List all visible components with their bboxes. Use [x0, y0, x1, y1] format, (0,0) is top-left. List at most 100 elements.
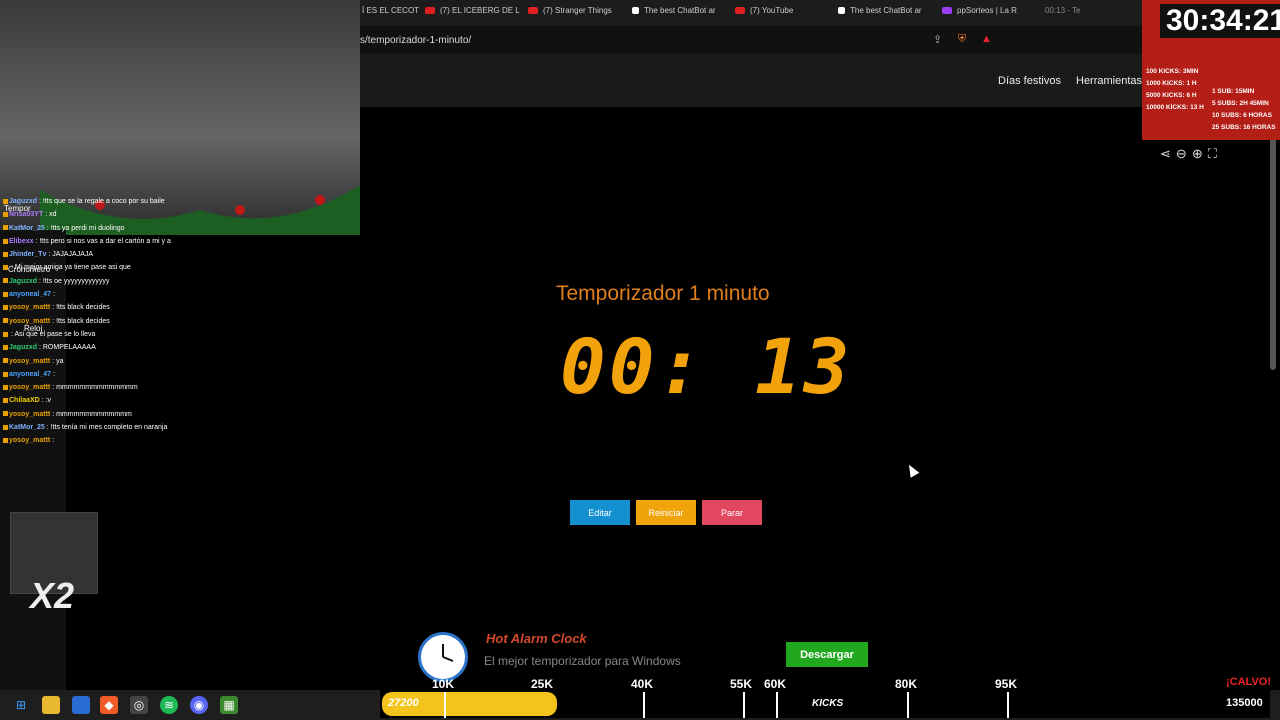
minecraft-icon[interactable]: ▦ [220, 696, 238, 714]
chat-username[interactable]: yosoy_mattt [9, 437, 50, 444]
chat-username[interactable]: Jhinder_Tv [9, 251, 46, 258]
progress-mark: 25K [531, 677, 554, 691]
share-page-icon[interactable]: ⇪ [933, 33, 942, 46]
browser-tab[interactable]: (7) YouTube [735, 6, 793, 15]
url-text[interactable]: s/temporizador-1-minuto/ [360, 35, 471, 46]
chat-message: Jaguzxd : ROMPELAAAAA [0, 341, 360, 354]
browser-tab[interactable]: (7) EL ICEBERG DE L [425, 6, 520, 15]
goal-item: 1 SUB: 15MIN [1212, 88, 1255, 95]
zoom-out-icon[interactable]: ⊖ [1176, 146, 1192, 161]
tab-icon [942, 7, 952, 15]
chat-username[interactable]: yosoy_mattt [9, 358, 50, 365]
chat-text: : !tts tenía mi mes completo en naranja [46, 424, 168, 432]
browser-tab[interactable]: Í ES EL CECOT [362, 6, 419, 15]
chat-message: yosoy_mattt : !tts black decides [0, 301, 360, 314]
edit-button[interactable]: Editar [570, 500, 630, 525]
brave-shield-icon[interactable]: ⛨ [958, 33, 966, 46]
badge-icon [3, 318, 8, 324]
youtube-icon [425, 7, 435, 15]
nav-herramientas[interactable]: Herramientas [1076, 75, 1142, 87]
chat-message: ChilaaXD : :v [0, 394, 360, 407]
download-button[interactable]: Descargar [786, 642, 868, 667]
badge-icon [3, 211, 8, 217]
stream-chat: Jaguzxd : !tts que se la regale a coco p… [0, 195, 360, 448]
chat-username[interactable]: anyoneal_47 [9, 291, 51, 298]
tool-icons: ⋖⊖⊕⛶ [1160, 146, 1222, 162]
app-icon[interactable] [72, 696, 90, 714]
chat-username[interactable]: KatMor_25 [9, 225, 45, 232]
obs-icon[interactable]: ◎ [130, 696, 148, 714]
badge-icon [3, 371, 8, 377]
scrollbar[interactable] [1270, 110, 1276, 370]
file-explorer-icon[interactable] [42, 696, 60, 714]
brave-rewards-icon[interactable]: ▲ [981, 33, 992, 45]
chat-username[interactable]: yosoy_mattt [9, 384, 50, 391]
kicks-current: 27200 [388, 697, 419, 709]
chatbot-icon [632, 7, 639, 15]
chat-username[interactable]: ChilaaXD [9, 397, 40, 404]
chat-message: yosoy_mattt : [0, 434, 360, 447]
chat-text: : ROMPELAAAAA [38, 344, 96, 352]
goal-item: 10000 KICKS: 13 H [1146, 104, 1204, 111]
chat-text: : !tts black decides [52, 317, 110, 325]
fullscreen-icon[interactable]: ⛶ [1208, 146, 1222, 161]
chat-username[interactable]: anyoneal_47 [9, 371, 51, 378]
goal-item: 1000 KICKS: 1 H [1146, 80, 1197, 87]
spotify-icon[interactable]: ≋ [160, 696, 178, 714]
discord-icon[interactable]: ◉ [190, 696, 208, 714]
chat-text: : [52, 370, 55, 378]
progress-mark: 95K [995, 677, 1018, 691]
windows-start-icon[interactable]: ⊞ [12, 696, 30, 714]
chat-username[interactable]: Jaguzxd [9, 278, 37, 285]
reset-button[interactable]: Reiniciar [636, 500, 696, 525]
chat-username[interactable]: yosoy_mattt [9, 318, 50, 325]
goal-item: 100 KICKS: 3MIN [1146, 68, 1199, 75]
goal-item: 5 SUBS: 2H 45MIN [1212, 100, 1269, 107]
ad-title[interactable]: Hot Alarm Clock [486, 631, 587, 646]
goal-item: 5000 KICKS: 6 H [1146, 92, 1197, 99]
share-icon[interactable]: ⋖ [1160, 146, 1176, 161]
chat-username[interactable]: Nrisa03YT [9, 211, 43, 218]
chat-message: : Asi que el pase se lo lleva [0, 328, 360, 341]
browser-tab-active[interactable]: 00:13 - Te [1045, 6, 1080, 15]
chat-username[interactable]: Jaguzxd [9, 198, 37, 205]
badge-icon [3, 398, 8, 404]
brave-browser-icon[interactable]: ◆ [100, 696, 118, 714]
chat-message: Jaguzxd : !tts que se la regale a coco p… [0, 195, 360, 208]
multiplier-label: X2 [30, 575, 75, 616]
progress-tick [776, 692, 778, 718]
kicks-total: 135000 [1226, 697, 1263, 709]
chat-username[interactable]: Elibexx [9, 238, 34, 245]
badge-icon [3, 344, 8, 350]
sub-goals: 1 SUB: 15MIN 5 SUBS: 2H 45MIN 10 SUBS: 6… [1212, 88, 1280, 131]
browser-tab[interactable]: The best ChatBot ar [632, 6, 716, 15]
chat-text: : !tts black decides [52, 304, 110, 312]
chat-username[interactable]: Jaguzxd [9, 344, 37, 351]
progress-tick [643, 692, 645, 718]
chat-text: : [52, 291, 55, 299]
chat-username[interactable]: yosoy_mattt [9, 304, 50, 311]
badge-icon [3, 331, 8, 337]
badge-icon [3, 291, 8, 297]
chat-username[interactable]: yosoy_mattt [9, 411, 50, 418]
progress-mark: 60K [764, 677, 787, 691]
chat-username[interactable]: KatMor_25 [9, 424, 45, 431]
browser-tab[interactable]: ppSorteos | La R [942, 6, 1017, 15]
kicks-label: KICKS [812, 698, 844, 709]
chat-message: Nrisa03YT : xd [0, 208, 360, 221]
nav-dias-festivos[interactable]: Días festivos [998, 75, 1061, 87]
zoom-in-icon[interactable]: ⊕ [1192, 146, 1208, 161]
chat-message: Jhinder_Tv : JAJAJAJAJA [0, 248, 360, 261]
badge-icon [3, 251, 8, 257]
chat-message: yosoy_mattt : mmmmmmmmmmmmm [0, 408, 360, 421]
badge-icon [3, 384, 8, 390]
browser-tab[interactable]: The best ChatBot ar [838, 6, 922, 15]
chatbot-icon [838, 7, 845, 15]
stop-button[interactable]: Parar [702, 500, 762, 525]
chat-message: yosoy_mattt : ya [0, 355, 360, 368]
ad-subtitle: El mejor temporizador para Windows [484, 654, 681, 668]
chat-text: : !tts ya perdi mi duolingo [46, 224, 125, 232]
chat-message: Jaguzxd : !tts oe yyyyyyyyyyyyy [0, 275, 360, 288]
browser-tab[interactable]: (7) Stranger Things [528, 6, 612, 15]
goal-item: 25 SUBS: 16 HORAS [1212, 124, 1276, 131]
